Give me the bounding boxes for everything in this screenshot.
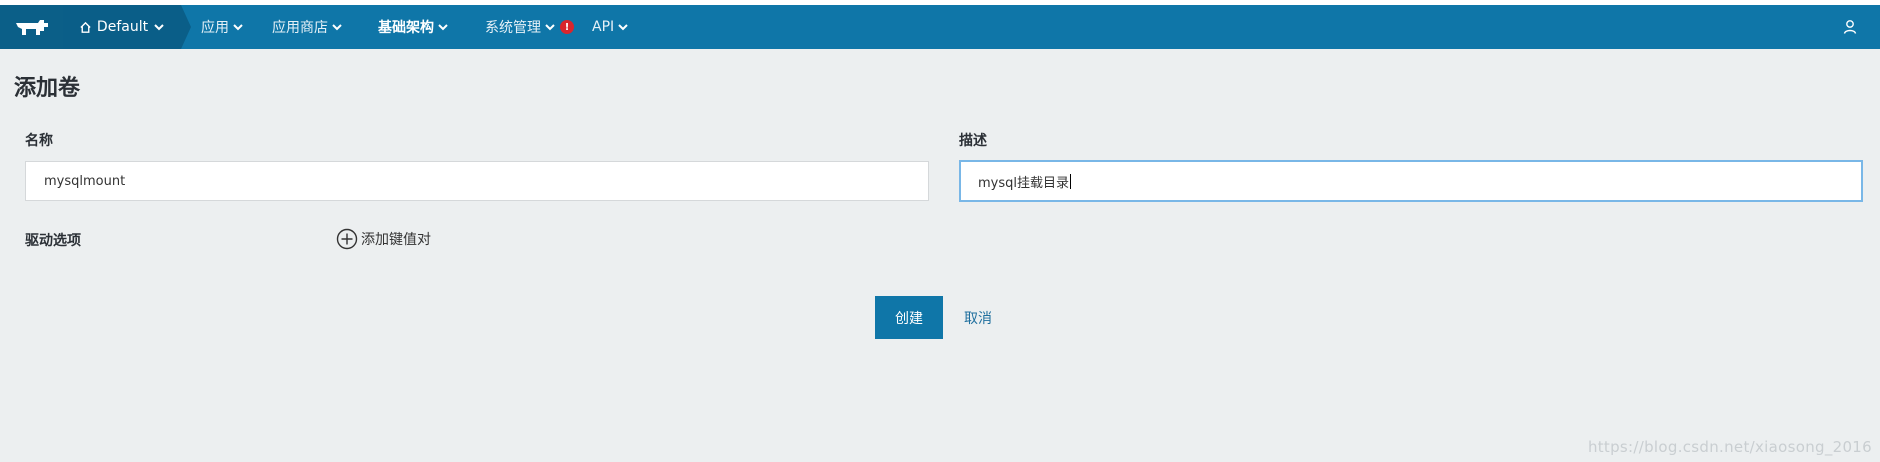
environment-label: Default (96, 19, 149, 35)
chevron-down-icon (332, 24, 342, 31)
chevron-down-icon (154, 24, 164, 31)
nav-infrastructure[interactable]: 基础架构 (378, 5, 449, 49)
watermark: https://blog.csdn.net/xiaosong_2016 (1587, 438, 1872, 456)
add-key-value-label: 添加键值对 (361, 232, 431, 248)
text-caret (1070, 173, 1071, 189)
nav-apps[interactable]: 应用 (201, 5, 244, 49)
create-button[interactable]: 创建 (875, 296, 943, 339)
add-key-value-button[interactable]: 添加键值对 (336, 228, 431, 250)
cancel-button[interactable]: 取消 (964, 296, 992, 339)
chevron-down-icon (438, 24, 448, 31)
nav-app-store-label: 应用商店 (272, 20, 328, 36)
user-icon[interactable] (1842, 19, 1858, 35)
rancher-logo[interactable] (0, 5, 63, 49)
logo-icon (15, 20, 48, 35)
home-icon (80, 21, 91, 33)
alert-badge: ! (560, 20, 574, 34)
description-field-value: mysql挂载目录 (978, 175, 1069, 191)
top-navbar: Default 应用 应用商店 基础架构 系统管理 ! API (0, 5, 1880, 49)
page-title: 添加卷 (14, 76, 81, 101)
plus-circle-icon (336, 228, 358, 250)
nav-admin[interactable]: 系统管理 ! (485, 5, 574, 49)
chevron-down-icon (545, 24, 555, 31)
nav-admin-label: 系统管理 (485, 20, 541, 36)
nav-app-store[interactable]: 应用商店 (272, 5, 343, 49)
chevron-down-icon (618, 24, 628, 31)
name-label: 名称 (25, 133, 53, 149)
nav-apps-label: 应用 (201, 20, 229, 36)
nav-api[interactable]: API (592, 5, 629, 49)
description-field[interactable]: mysql挂载目录 (959, 160, 1863, 202)
driver-options-label: 驱动选项 (25, 233, 81, 249)
name-field[interactable]: mysqlmount (25, 161, 929, 201)
environment-switcher[interactable]: Default (63, 5, 181, 49)
nav-infrastructure-label: 基础架构 (378, 20, 434, 36)
environment-arrow (181, 5, 191, 49)
nav-api-label: API (592, 19, 615, 35)
name-field-value: mysqlmount (44, 173, 126, 189)
description-label: 描述 (959, 133, 987, 149)
chevron-down-icon (233, 24, 243, 31)
